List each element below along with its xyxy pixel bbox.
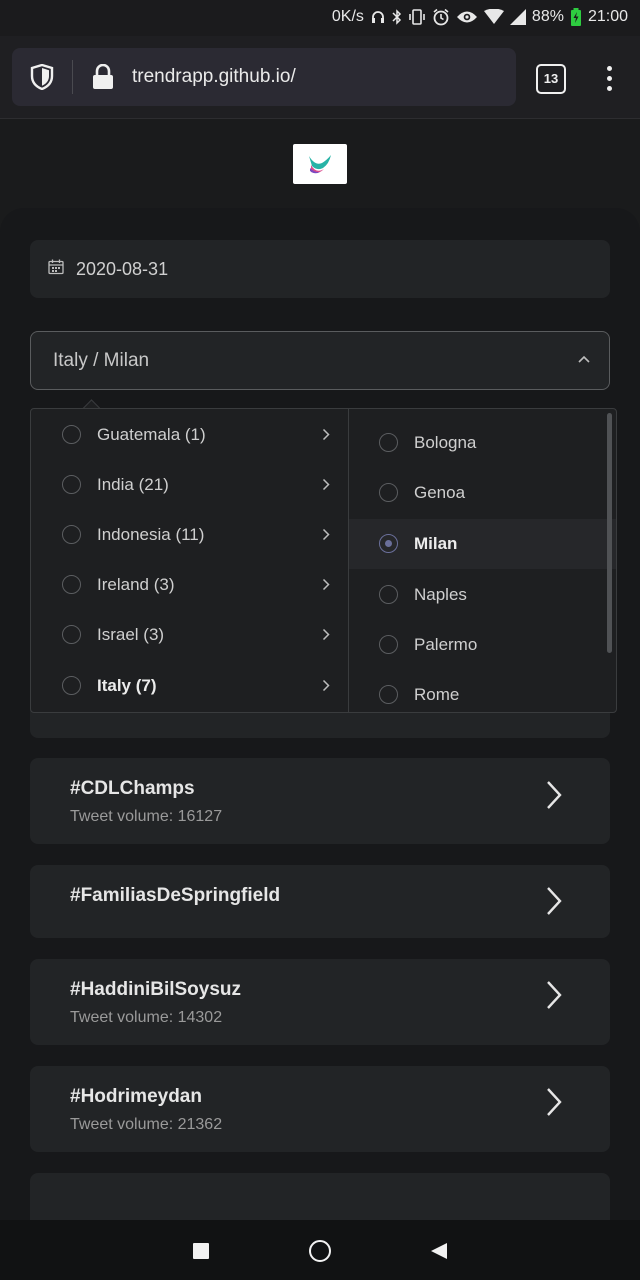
signal-icon — [509, 9, 526, 25]
battery-percent: 88% — [531, 8, 564, 25]
bird-logo-icon — [309, 155, 331, 174]
recent-apps-button[interactable] — [193, 1243, 209, 1259]
radio-button[interactable] — [62, 575, 81, 594]
network-speed: 0K/s — [331, 8, 364, 25]
chevron-right-icon[interactable] — [544, 979, 564, 1011]
trend-item[interactable] — [30, 1173, 610, 1220]
trend-volume: Tweet volume: 21362 — [70, 1116, 223, 1133]
country-label: India (21) — [97, 475, 169, 494]
chevron-right-icon — [322, 628, 330, 641]
app-logo — [293, 144, 347, 184]
radio-button[interactable] — [379, 685, 398, 704]
back-button-icon[interactable] — [430, 1242, 448, 1260]
country-option-selected[interactable]: Italy (7) — [31, 660, 348, 710]
city-label: Milan — [414, 534, 458, 553]
chevron-right-icon — [322, 428, 330, 441]
country-option[interactable]: Israel (3) — [31, 609, 348, 659]
city-label: Rome — [414, 685, 460, 704]
chevron-right-icon[interactable] — [544, 1086, 564, 1118]
country-option[interactable]: Ireland (3) — [31, 559, 348, 609]
wifi-icon — [483, 9, 504, 24]
trend-name: #Hodrimeydan — [70, 1086, 202, 1107]
trend-volume: Tweet volume: 14302 — [70, 1009, 223, 1026]
city-option[interactable]: Rome — [349, 670, 616, 712]
chevron-right-icon[interactable] — [544, 779, 564, 811]
trend-name: #HaddiniBilSoysuz — [70, 979, 242, 1000]
status-icons: 0K/s 88% 21:00 — [332, 8, 628, 26]
battery-charging-icon — [570, 8, 581, 26]
city-label: Genoa — [414, 483, 466, 502]
country-label: Ireland (3) — [97, 575, 175, 594]
shield-icon[interactable] — [30, 64, 54, 90]
chevron-right-icon[interactable] — [544, 885, 564, 917]
city-label: Bologna — [414, 433, 477, 452]
city-option[interactable]: Bologna — [349, 417, 616, 467]
radio-button[interactable] — [379, 433, 398, 452]
bluetooth-icon — [392, 9, 401, 25]
system-nav-bar — [0, 1220, 640, 1280]
city-option[interactable]: Naples — [349, 569, 616, 619]
country-label: Guatemala (1) — [97, 425, 206, 444]
city-option-selected[interactable]: Milan — [349, 519, 616, 569]
chevron-right-icon — [322, 528, 330, 541]
country-label: Israel (3) — [97, 625, 165, 644]
radio-button-checked[interactable] — [379, 534, 398, 553]
location-select-value: Italy / Milan — [53, 350, 150, 371]
home-button[interactable] — [309, 1240, 331, 1262]
status-bar: 0K/s 88% 21:00 — [0, 0, 640, 36]
headset-icon — [371, 11, 384, 23]
city-label: Palermo — [414, 635, 478, 654]
lock-icon — [93, 64, 113, 89]
vibrate-icon — [409, 9, 425, 25]
alarm-icon — [433, 8, 449, 26]
city-option[interactable]: Genoa — [349, 467, 616, 517]
location-select[interactable]: Italy / Milan — [30, 331, 610, 390]
trend-item[interactable]: #FamiliasDeSpringfield — [30, 865, 610, 938]
address-bar[interactable]: trendrapp.github.io/ — [12, 48, 516, 106]
trend-name: #CDLChamps — [70, 778, 195, 799]
date-value: 2020-08-31 — [76, 259, 169, 279]
url-divider — [72, 60, 73, 94]
chevron-right-icon — [322, 578, 330, 591]
radio-button[interactable] — [379, 585, 398, 604]
overflow-menu-icon[interactable] — [604, 66, 614, 92]
calendar-icon — [48, 259, 64, 275]
radio-button[interactable] — [62, 676, 81, 695]
tab-count-button[interactable]: 13 — [536, 64, 566, 94]
trend-name: #FamiliasDeSpringfield — [70, 885, 281, 906]
chevron-right-icon — [322, 679, 330, 692]
trend-item[interactable]: #CDLChamps Tweet volume: 16127 — [30, 758, 610, 844]
radio-button[interactable] — [379, 635, 398, 654]
radio-button[interactable] — [62, 475, 81, 494]
country-option[interactable]: India (21) — [31, 459, 348, 509]
trend-item[interactable]: #Hodrimeydan Tweet volume: 21362 — [30, 1066, 610, 1152]
country-column: Guatemala (1) India (21) Indonesia (11) … — [31, 409, 349, 712]
radio-button[interactable] — [62, 625, 81, 644]
clock: 21:00 — [587, 8, 628, 25]
date-picker[interactable]: 2020-08-31 — [30, 240, 610, 298]
eye-icon — [456, 11, 477, 23]
trend-item[interactable]: #HaddiniBilSoysuz Tweet volume: 14302 — [30, 959, 610, 1045]
trend-volume: Tweet volume: 16127 — [70, 808, 223, 825]
scrollbar-thumb[interactable] — [607, 413, 612, 653]
country-option[interactable]: Indonesia (11) — [31, 509, 348, 559]
location-cascader: Guatemala (1) India (21) Indonesia (11) … — [30, 408, 617, 713]
country-label: Italy (7) — [97, 676, 157, 695]
radio-button[interactable] — [379, 483, 398, 502]
chevron-up-icon[interactable] — [577, 354, 591, 364]
country-label: Indonesia (11) — [97, 525, 205, 544]
city-option[interactable]: Palermo — [349, 619, 616, 669]
url-text[interactable]: trendrapp.github.io/ — [132, 66, 296, 88]
radio-button[interactable] — [62, 425, 81, 444]
chevron-right-icon — [322, 478, 330, 491]
browser-toolbar: trendrapp.github.io/ 13 — [0, 36, 640, 119]
radio-button[interactable] — [62, 525, 81, 544]
city-column: Bologna Genoa Milan Naples Palermo Rome — [349, 409, 616, 712]
country-option[interactable]: Guatemala (1) — [31, 409, 348, 459]
city-label: Naples — [414, 585, 467, 604]
